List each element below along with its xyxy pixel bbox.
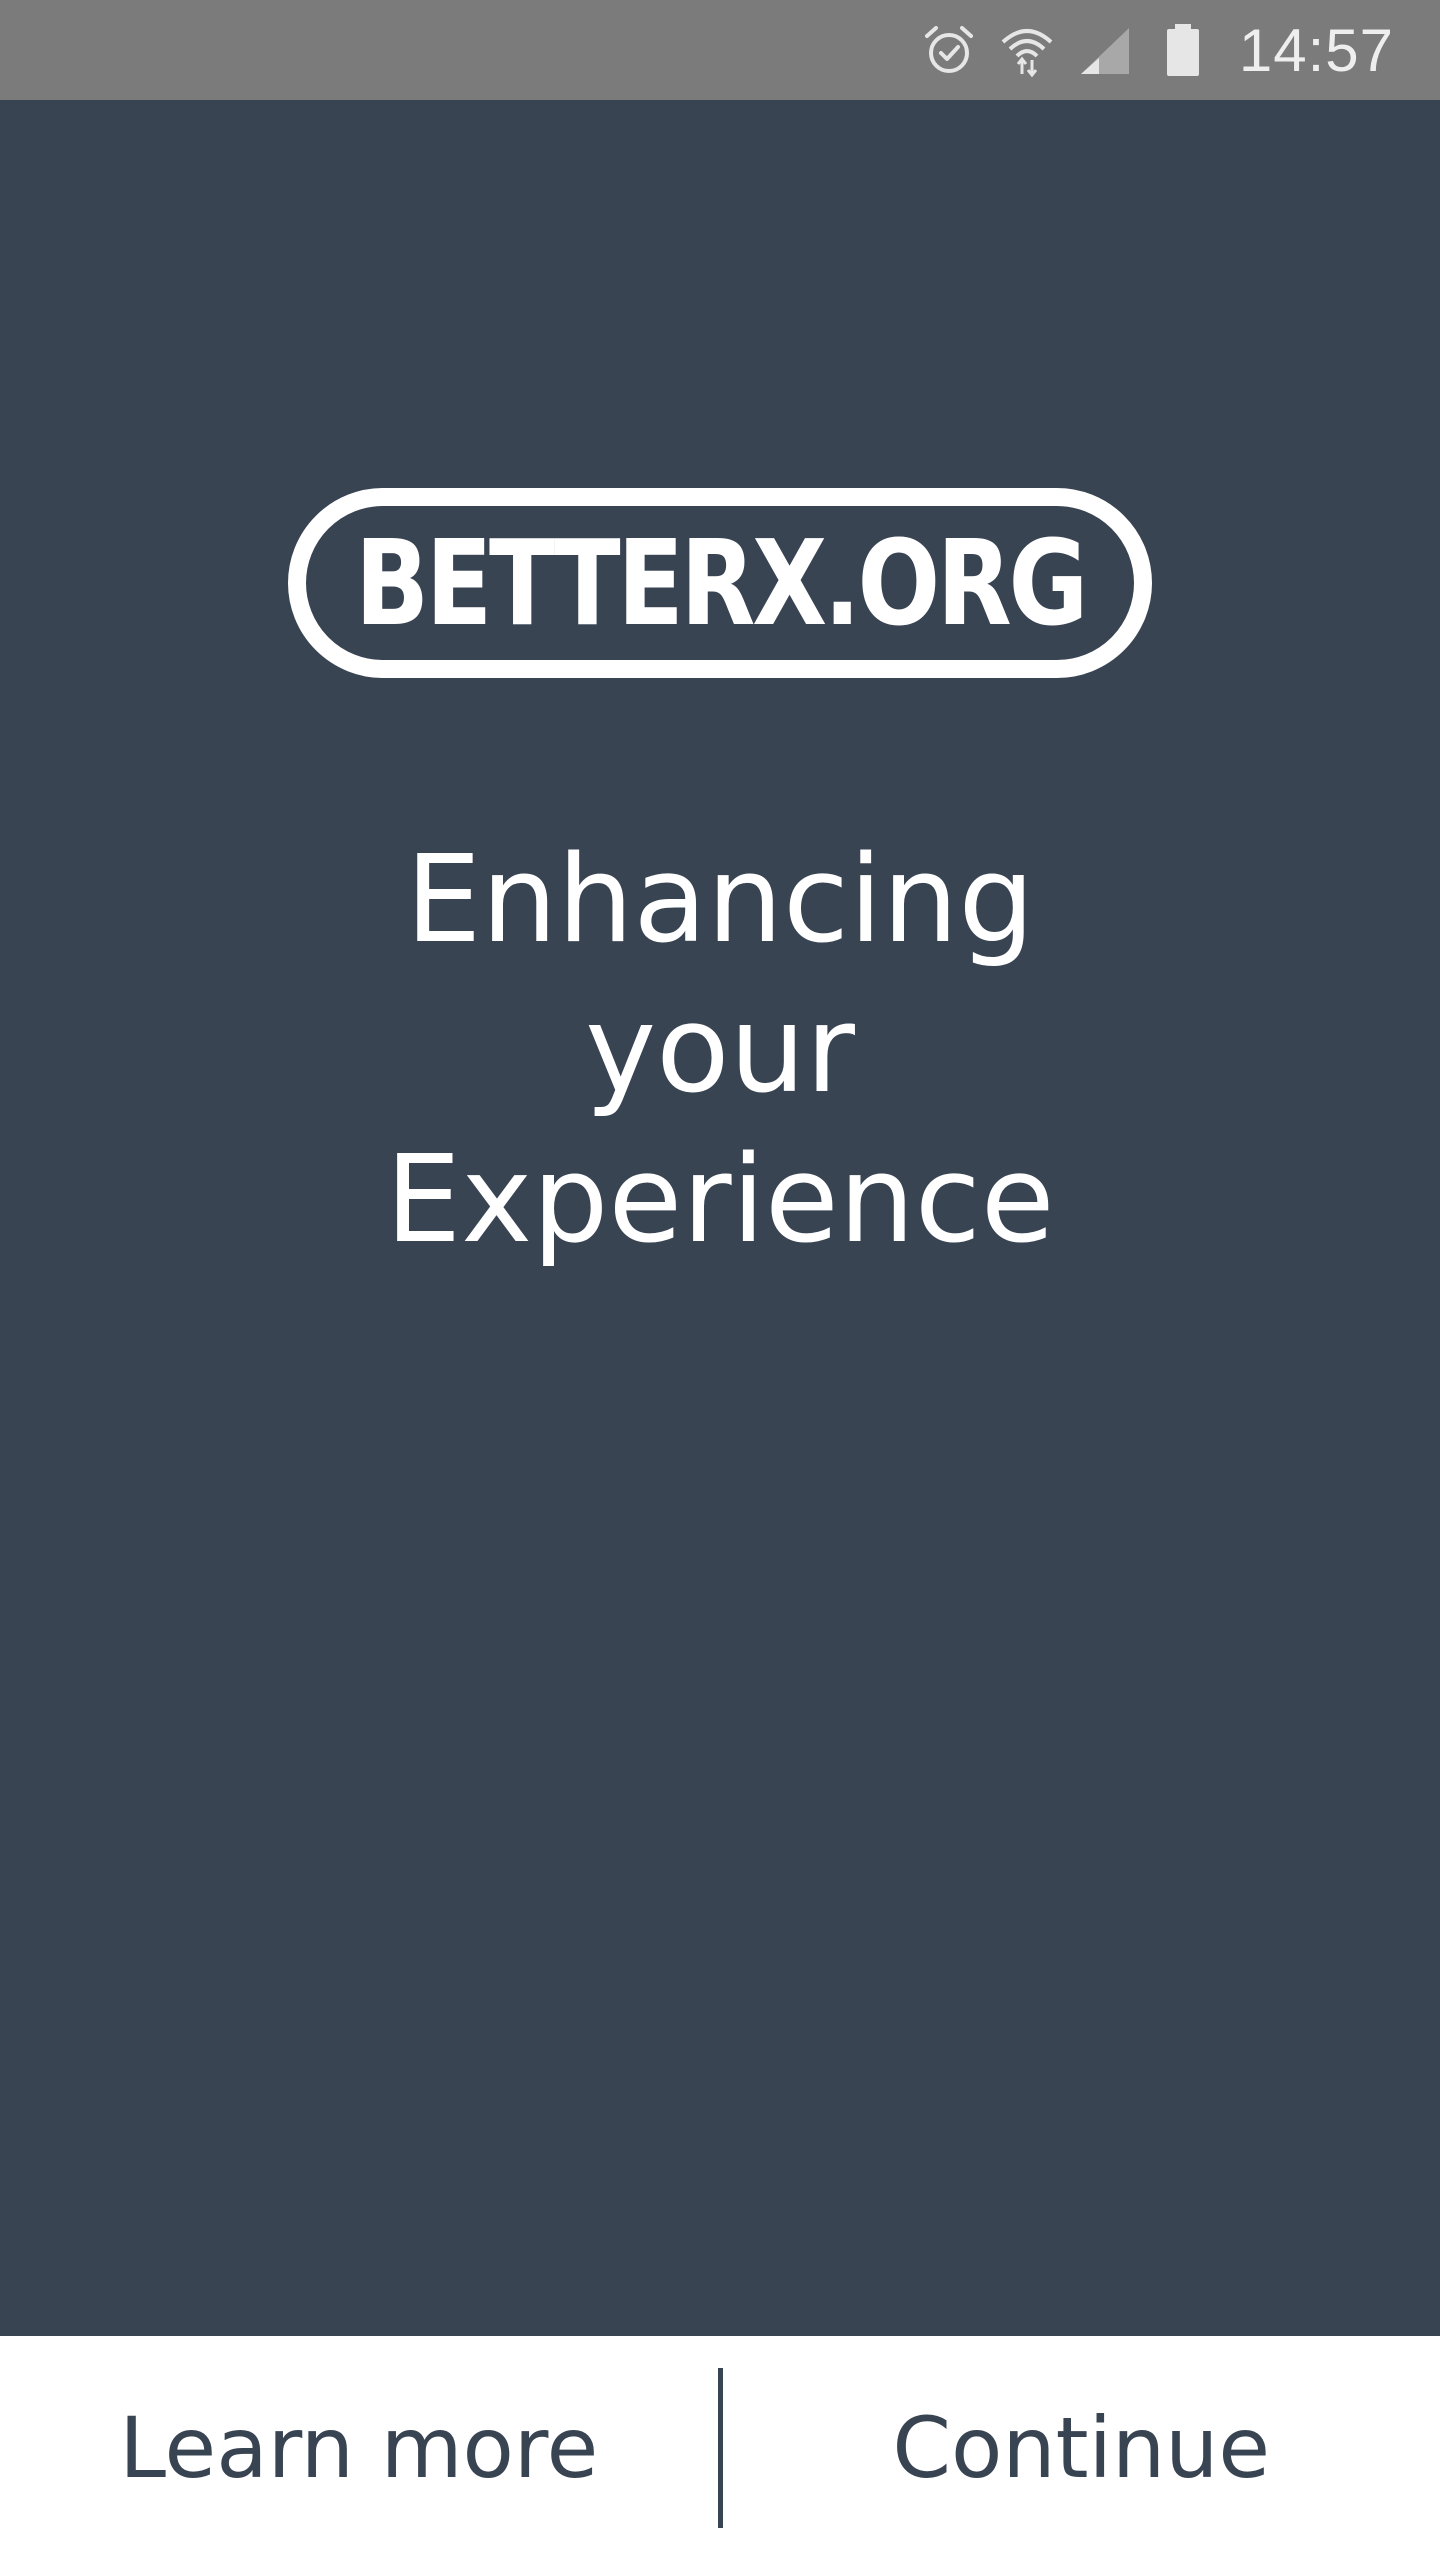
betterx-logo: BETTERX.ORG (288, 488, 1152, 678)
learn-more-button[interactable]: Learn more (0, 2336, 718, 2560)
logo-text: BETTERX.ORG (355, 514, 1085, 652)
headline-line-2: your (585, 981, 855, 1120)
continue-button[interactable]: Continue (723, 2336, 1440, 2560)
splash-content: BETTERX.ORG Enhancing your Experience (0, 100, 1440, 2336)
headline: Enhancing your Experience (0, 826, 1440, 1276)
screen: 14:57 BETTERX.ORG Enhancing your Experie… (0, 0, 1440, 2560)
wifi-icon (999, 22, 1055, 78)
signal-icon (1077, 22, 1133, 78)
alarm-icon (921, 22, 977, 78)
headline-line-3: Experience (385, 1131, 1055, 1270)
headline-line-1: Enhancing (405, 831, 1035, 970)
status-time: 14:57 (1238, 16, 1394, 84)
bottom-action-bar: Learn more Continue (0, 2336, 1440, 2560)
status-bar: 14:57 (0, 0, 1440, 100)
battery-icon (1155, 22, 1211, 78)
